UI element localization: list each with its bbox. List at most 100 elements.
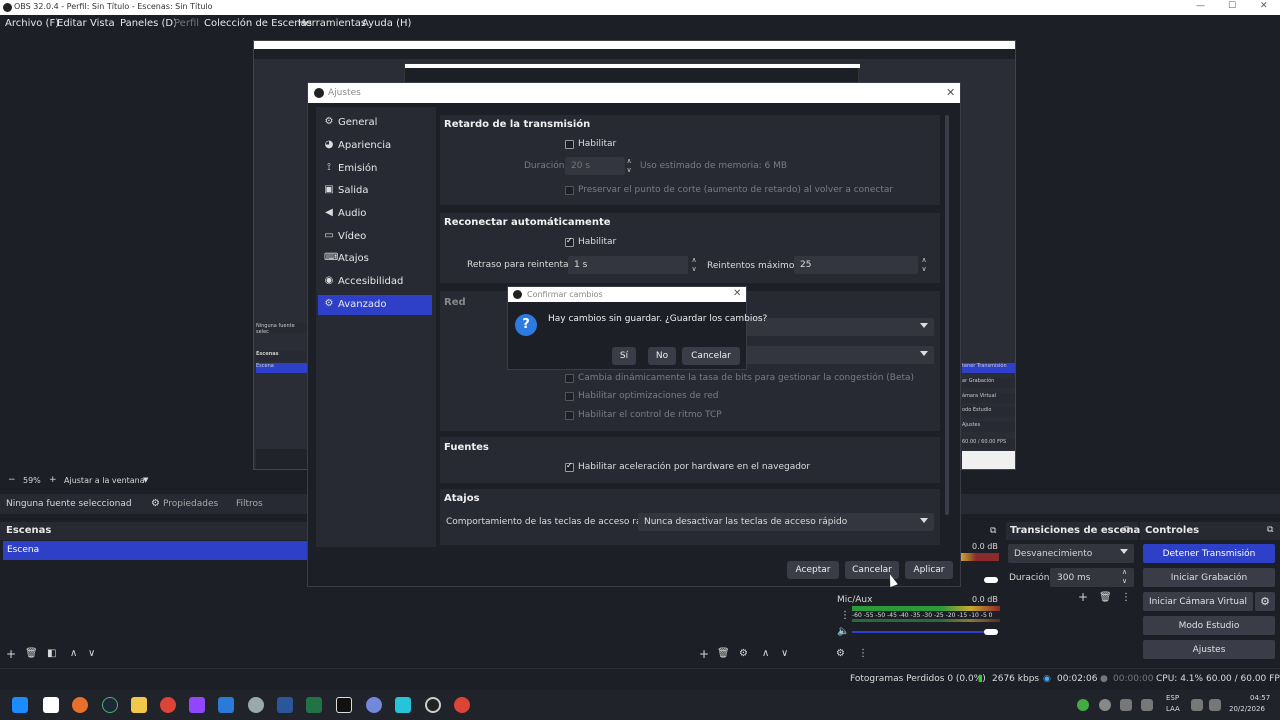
fit-dropdown-icon[interactable]: ▼ xyxy=(143,476,148,484)
duration-down-icon[interactable]: ∨ xyxy=(1122,577,1127,585)
network-select-2[interactable] xyxy=(732,346,934,364)
max-down-icon[interactable]: ∨ xyxy=(920,265,928,273)
remove-scene-icon[interactable]: 🗑 xyxy=(25,648,38,659)
settings-scrollbar[interactable] xyxy=(945,115,949,515)
vcam-settings-icon[interactable]: ⚙ xyxy=(1255,592,1275,611)
retry-down-icon[interactable]: ∨ xyxy=(690,265,698,273)
mic-volume-knob[interactable] xyxy=(984,629,998,635)
excel-icon[interactable] xyxy=(306,697,322,713)
menu-ayuda[interactable]: Ayuda (H) xyxy=(362,18,411,29)
discord-icon[interactable] xyxy=(366,697,382,713)
transition-select[interactable]: Desvanecimiento xyxy=(1008,544,1134,563)
net-optimizations-checkbox[interactable] xyxy=(565,392,574,401)
menu-editar[interactable]: Editar xyxy=(57,18,87,29)
confirm-no-button[interactable]: No xyxy=(648,347,676,365)
chrome-icon[interactable] xyxy=(160,697,176,713)
nav-video[interactable]: ▭ Vídeo xyxy=(318,227,432,247)
duration-up-icon[interactable]: ∧ xyxy=(1122,568,1127,576)
menu-paneles[interactable]: Paneles (D) xyxy=(120,18,177,29)
start-vcam-button[interactable]: Iniciar Cámara Virtual xyxy=(1143,592,1253,611)
scene-filter-icon[interactable]: ◧ xyxy=(47,648,56,659)
move-down-icon[interactable]: ∨ xyxy=(88,648,95,659)
menu-herramientas[interactable]: Herramientas xyxy=(298,18,366,29)
delay-down-icon[interactable]: ∨ xyxy=(625,166,633,174)
menu-archivo[interactable]: Archivo (F) xyxy=(5,18,59,29)
obs-taskbar-icon[interactable] xyxy=(425,697,441,713)
tray-icon-4[interactable] xyxy=(1141,699,1153,711)
nav-audio[interactable]: ◀ Audio xyxy=(318,204,432,224)
settings-close-icon[interactable]: ✕ xyxy=(946,86,955,99)
clock-date[interactable]: 20/2/2026 xyxy=(1229,705,1265,713)
nav-salida[interactable]: ▣ Salida xyxy=(318,181,432,201)
twitch-icon[interactable] xyxy=(189,697,205,713)
network-icon[interactable] xyxy=(1191,699,1203,711)
source-down-icon[interactable]: ∨ xyxy=(781,648,788,659)
controls-dock-icon[interactable]: ⧉ xyxy=(1267,525,1273,535)
menu-vista[interactable]: Vista xyxy=(90,18,115,29)
mic-speaker-icon[interactable]: 🔈 xyxy=(837,626,849,637)
mic-menu-icon[interactable]: ⋮ xyxy=(840,610,850,621)
minimize-button[interactable]: — xyxy=(1196,1,1205,11)
move-up-icon[interactable]: ∧ xyxy=(70,648,77,659)
chrome2-icon[interactable] xyxy=(454,697,470,713)
apply-button[interactable]: Aplicar xyxy=(905,561,953,579)
fit-to-window[interactable]: Ajustar a la ventana xyxy=(64,476,145,485)
app-f-icon[interactable] xyxy=(395,697,411,713)
start-record-button[interactable]: Iniciar Grabación xyxy=(1143,568,1275,587)
mixer-settings-icon[interactable]: ⚙ xyxy=(836,648,845,659)
menu-perfil[interactable]: Perfil xyxy=(174,18,199,29)
nav-general[interactable]: ⚙ General xyxy=(318,113,432,133)
confirm-close-icon[interactable]: ✕ xyxy=(733,288,741,299)
settings-app-icon[interactable] xyxy=(248,697,264,713)
scene-item[interactable]: Escena xyxy=(3,541,307,560)
source-up-icon[interactable]: ∧ xyxy=(762,648,769,659)
settings-button[interactable]: Ajustes xyxy=(1143,640,1275,659)
epic-games-icon[interactable] xyxy=(336,697,352,713)
zoom-out-button[interactable]: − xyxy=(8,475,16,485)
delay-duration-input[interactable]: 20 s xyxy=(565,157,625,175)
maximize-button[interactable]: ☐ xyxy=(1228,1,1236,11)
hotkey-behavior-select[interactable]: Nunca desactivar las teclas de acceso rá… xyxy=(638,513,934,531)
mixer-dock-icon[interactable]: ⧉ xyxy=(990,526,996,536)
add-transition-icon[interactable]: + xyxy=(1078,590,1088,604)
studio-mode-button[interactable]: Modo Estudio xyxy=(1143,616,1275,635)
windows-start-icon[interactable] xyxy=(12,697,28,713)
nav-atajos[interactable]: ⌨ Atajos xyxy=(318,249,432,269)
zoom-in-button[interactable]: + xyxy=(49,475,57,485)
max-retries-input[interactable]: 25 xyxy=(794,256,918,274)
tray-app-icon[interactable] xyxy=(1077,699,1089,711)
add-scene-icon[interactable]: + xyxy=(6,647,16,661)
transition-duration-input[interactable]: 300 ms ∧ ∨ xyxy=(1050,568,1134,587)
remove-transition-icon[interactable]: 🗑 xyxy=(1099,592,1112,603)
retry-up-icon[interactable]: ∧ xyxy=(690,256,698,264)
stop-stream-button[interactable]: Detener Transmisión xyxy=(1143,544,1275,563)
transition-menu-icon[interactable]: ⋮ xyxy=(1121,592,1131,603)
keyboard-lang-1[interactable]: ESP xyxy=(1166,694,1179,702)
hw-accel-checkbox[interactable] xyxy=(565,461,574,472)
remove-source-icon[interactable]: 🗑 xyxy=(717,648,730,659)
filters-button[interactable]: Filtros xyxy=(236,499,263,509)
word-icon[interactable] xyxy=(277,697,293,713)
steam-icon[interactable] xyxy=(102,697,118,713)
source-settings-icon[interactable]: ⚙ xyxy=(739,648,748,659)
nav-emision[interactable]: ⟟ Emisión xyxy=(318,159,432,179)
delay-up-icon[interactable]: ∧ xyxy=(625,157,633,165)
close-button[interactable]: ✕ xyxy=(1260,1,1268,11)
reconnect-enable-checkbox[interactable] xyxy=(565,236,574,247)
transitions-dock-icon[interactable]: ⧉ xyxy=(1124,525,1130,535)
mic-volume-slider[interactable] xyxy=(852,631,992,633)
dynamic-bitrate-checkbox[interactable] xyxy=(565,374,574,383)
clock-time[interactable]: 04:57 xyxy=(1250,694,1270,702)
taskview-icon[interactable] xyxy=(43,697,59,713)
tcp-pacing-checkbox[interactable] xyxy=(565,411,574,420)
properties-button[interactable]: Propiedades xyxy=(163,499,218,509)
accept-button[interactable]: Aceptar xyxy=(787,561,839,579)
retry-delay-input[interactable]: 1 s xyxy=(568,256,688,274)
delay-enable-checkbox[interactable] xyxy=(565,140,574,149)
nav-avanzado[interactable]: ⚙ Avanzado xyxy=(318,295,432,315)
confirm-yes-button[interactable]: Sí xyxy=(612,347,636,365)
mixer-menu-icon[interactable]: ⋮ xyxy=(858,648,868,659)
tray-icon-3[interactable] xyxy=(1120,699,1132,711)
add-source-icon[interactable]: + xyxy=(699,647,709,661)
keyboard-lang-2[interactable]: LAA xyxy=(1166,705,1180,713)
